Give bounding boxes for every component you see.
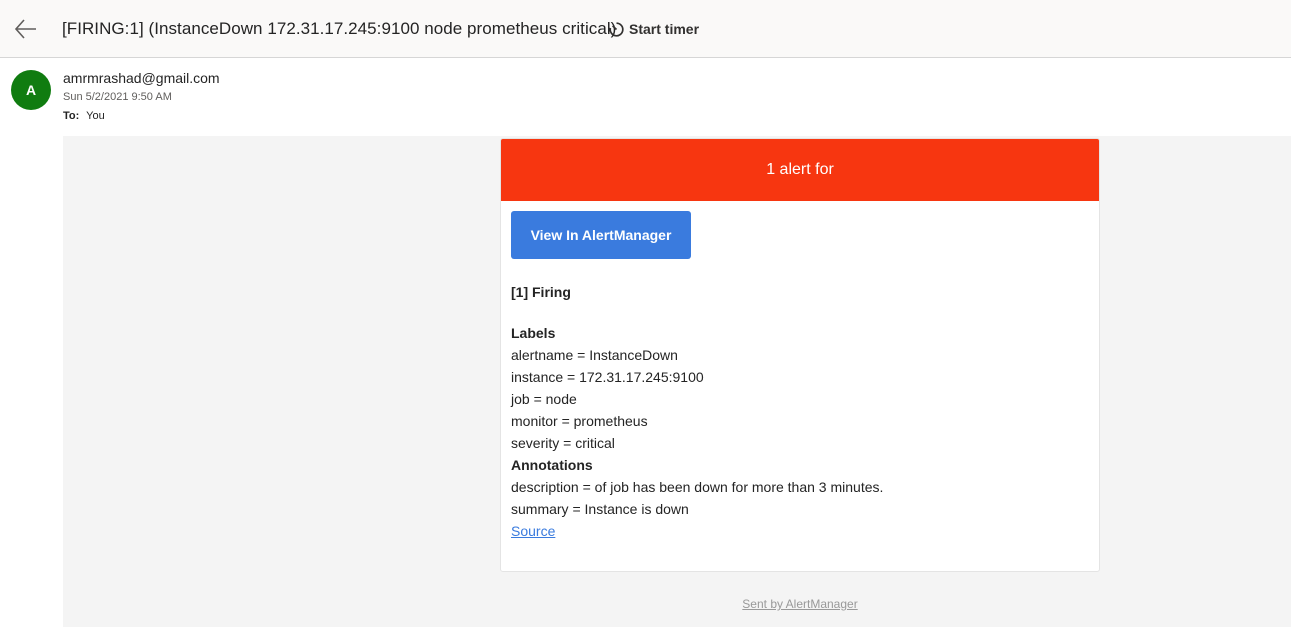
alert-card: 1 alert for View In AlertManager [1] Fir…: [500, 138, 1100, 572]
sent-date: Sun 5/2/2021 9:50 AM: [63, 91, 172, 103]
email-subject: [FIRING:1] (InstanceDown 172.31.17.245:9…: [62, 19, 617, 38]
sender-email[interactable]: amrmrashad@gmail.com: [63, 70, 220, 86]
source-link[interactable]: Source: [511, 520, 555, 542]
annotation-row: description = of job has been down for m…: [511, 479, 884, 495]
label-row: job = node: [511, 391, 577, 407]
start-timer-label: Start timer: [629, 21, 700, 37]
alert-header: 1 alert for: [501, 139, 1099, 201]
recipient-line: To: You: [63, 110, 105, 122]
labels-title: Labels: [511, 325, 556, 341]
view-in-alertmanager-button[interactable]: View In AlertManager: [511, 211, 691, 259]
annotations-title: Annotations: [511, 457, 593, 473]
message-body: 1 alert for View In AlertManager [1] Fir…: [63, 136, 1291, 627]
to-label: To:: [63, 110, 80, 122]
alert-content: View In AlertManager [1] Firing Labels a…: [501, 201, 1099, 542]
timer-icon: [609, 21, 624, 37]
label-row: monitor = prometheus: [511, 413, 648, 429]
sender-avatar[interactable]: A: [11, 70, 51, 110]
start-timer-button[interactable]: Start timer: [608, 19, 699, 39]
sent-by-alertmanager-link[interactable]: Sent by AlertManager: [500, 597, 1100, 611]
arrow-left-icon: [14, 19, 36, 39]
labels-section: Labels alertname = InstanceDown instance…: [511, 322, 1089, 542]
back-button[interactable]: [10, 14, 42, 44]
annotation-row: summary = Instance is down: [511, 501, 689, 517]
label-row: severity = critical: [511, 435, 615, 451]
reading-pane-header: [FIRING:1] (InstanceDown 172.31.17.245:9…: [0, 0, 1291, 58]
label-row: instance = 172.31.17.245:9100: [511, 369, 704, 385]
recipient-value[interactable]: You: [86, 110, 105, 122]
firing-title: [1] Firing: [511, 284, 571, 300]
label-row: alertname = InstanceDown: [511, 347, 678, 363]
